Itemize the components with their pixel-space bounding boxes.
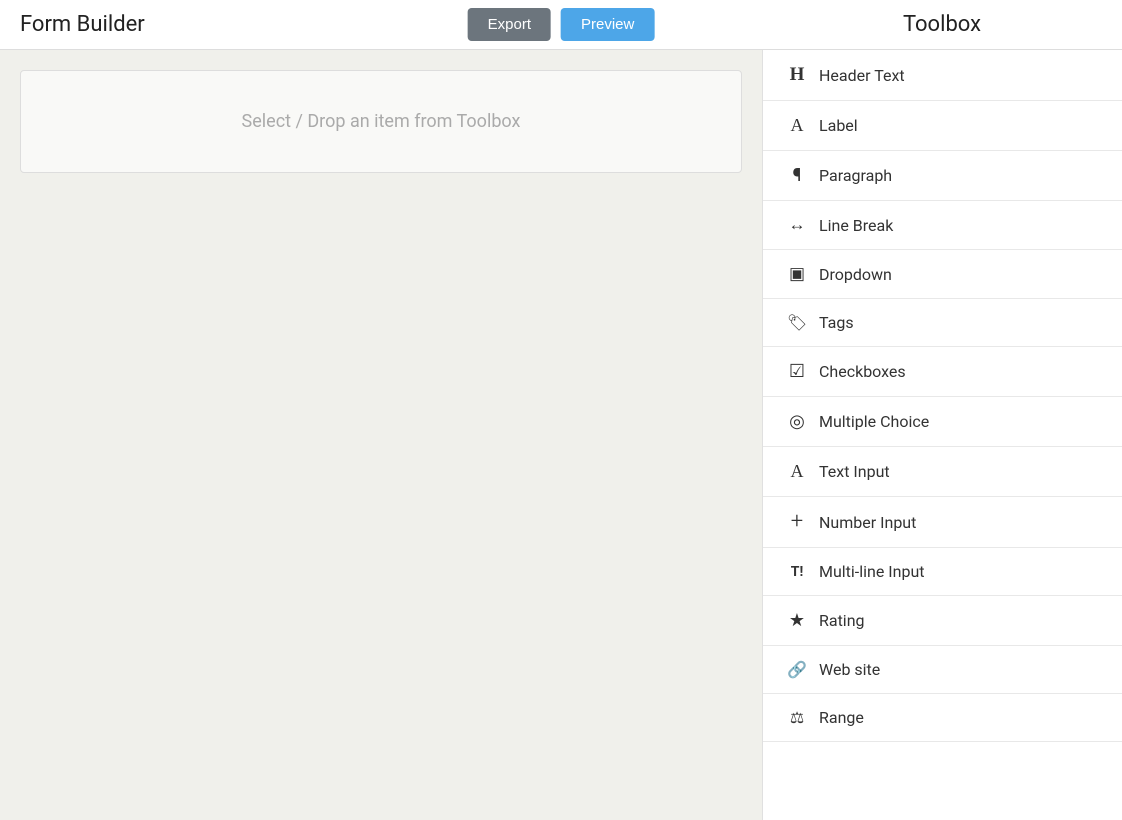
toolbox-icon-tags: 🏷 [783, 313, 811, 332]
toolbox-label-label: Label [819, 116, 858, 135]
toolbox-label-paragraph: Paragraph [819, 166, 892, 185]
toolbox-item-multi-line-input[interactable]: T! Multi-line Input [763, 548, 1122, 596]
toolbox-icon-checkboxes: ☑ [783, 361, 811, 382]
toolbox-item-tags[interactable]: 🏷 Tags [763, 299, 1122, 347]
toolbox-label-line-break: Line Break [819, 216, 893, 235]
toolbox-item-number-input[interactable]: + Number Input [763, 497, 1122, 548]
toolbox-label-text-input: Text Input [819, 462, 890, 481]
top-bar-actions: Export Preview [468, 8, 655, 41]
toolbox-label-multiple-choice: Multiple Choice [819, 412, 929, 431]
toolbox-icon-label: A [783, 115, 811, 136]
toolbox-label-rating: Rating [819, 611, 865, 630]
toolbox-icon-header-text: H [783, 64, 811, 86]
toolbox-icon-text-input: A [783, 461, 811, 482]
toolbox-item-range[interactable]: ⚖ Range [763, 694, 1122, 742]
toolbox-label-dropdown: Dropdown [819, 265, 892, 284]
toolbox-label-range: Range [819, 708, 864, 727]
toolbox-item-dropdown[interactable]: ▣ Dropdown [763, 250, 1122, 299]
toolbox-item-paragraph[interactable]: ¶ Paragraph [763, 151, 1122, 201]
toolbox-icon-paragraph: ¶ [783, 165, 811, 186]
export-button[interactable]: Export [468, 8, 551, 41]
toolbox-panel-title: Toolbox [762, 12, 1122, 37]
app-title: Form Builder [20, 12, 145, 37]
toolbox-icon-line-break: ↔ [783, 215, 811, 235]
preview-button[interactable]: Preview [561, 8, 654, 41]
canvas-area: Select / Drop an item from Toolbox [0, 50, 762, 820]
toolbox-icon-rating: ★ [783, 610, 811, 631]
toolbox-icon-number-input: + [783, 511, 811, 533]
toolbox-item-text-input[interactable]: A Text Input [763, 447, 1122, 497]
toolbox-panel: H Header Text A Label ¶ Paragraph ↔ Line Break ▣… [762, 50, 1122, 820]
toolbox-icon-multi-line-input: T! [783, 564, 811, 580]
toolbox-item-rating[interactable]: ★ Rating [763, 596, 1122, 646]
toolbox-label-web-site: Web site [819, 660, 880, 679]
toolbox-icon-range: ⚖ [783, 708, 811, 727]
top-bar: Form Builder Export Preview Toolbox [0, 0, 1122, 50]
toolbox-label-multi-line-input: Multi-line Input [819, 562, 925, 581]
toolbox-item-checkboxes[interactable]: ☑ Checkboxes [763, 347, 1122, 397]
toolbox-icon-web-site: 🔗 [783, 660, 811, 679]
toolbox-item-web-site[interactable]: 🔗 Web site [763, 646, 1122, 694]
toolbox-label-checkboxes: Checkboxes [819, 362, 906, 381]
toolbox-item-label[interactable]: A Label [763, 101, 1122, 151]
toolbox-icon-dropdown: ▣ [783, 264, 811, 284]
drop-zone[interactable]: Select / Drop an item from Toolbox [20, 70, 742, 173]
toolbox-label-number-input: Number Input [819, 513, 916, 532]
toolbox-item-header-text[interactable]: H Header Text [763, 50, 1122, 101]
drop-zone-text: Select / Drop an item from Toolbox [242, 111, 521, 132]
toolbox-icon-multiple-choice: ◎ [783, 411, 811, 432]
toolbox-item-line-break[interactable]: ↔ Line Break [763, 201, 1122, 250]
toolbox-label-tags: Tags [819, 313, 854, 332]
toolbox-item-multiple-choice[interactable]: ◎ Multiple Choice [763, 397, 1122, 447]
main-layout: Select / Drop an item from Toolbox H Head… [0, 50, 1122, 820]
toolbox-label-header-text: Header Text [819, 66, 905, 85]
